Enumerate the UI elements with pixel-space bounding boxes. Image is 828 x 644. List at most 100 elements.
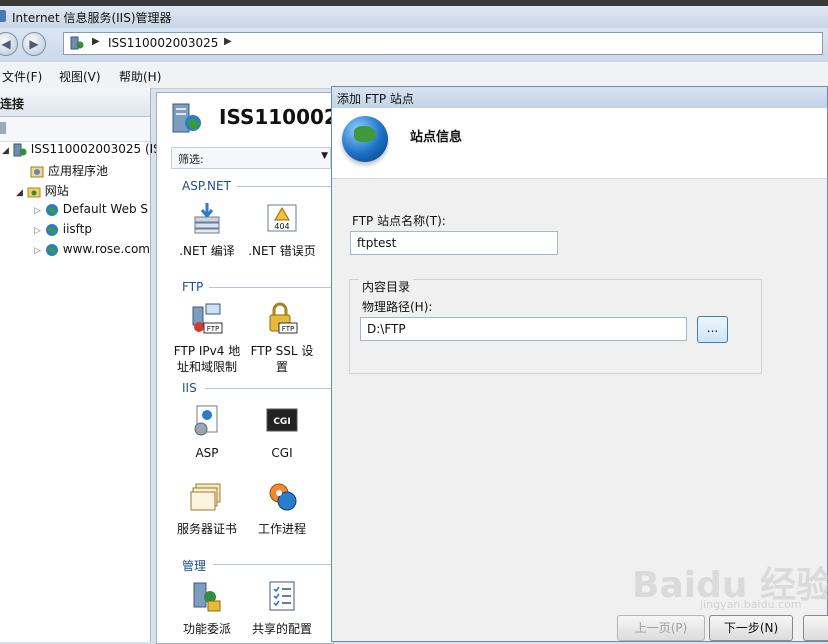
feature-label-line2: 址和域限制 (176, 360, 237, 374)
error-page-icon: 404 (267, 204, 297, 232)
tree-node-rose[interactable]: ▷ www.rose.com (34, 242, 150, 257)
divider (205, 388, 333, 389)
dialog-banner: 站点信息 (332, 108, 827, 179)
feature-label: .NET 编译 (179, 244, 235, 258)
tree-label: 应用程序池 (48, 164, 109, 178)
group-title-management: 管理 (182, 559, 207, 573)
group-title-iis: IIS (182, 381, 197, 395)
connections-toolbar (0, 117, 150, 142)
globe-icon (45, 203, 58, 216)
connections-title: 连接 (0, 97, 25, 111)
feature-net-error-pages[interactable]: 404 .NET 错误页 (247, 201, 317, 259)
tree-label: 网站 (44, 184, 69, 198)
delegation-icon (193, 582, 221, 612)
globe-icon (45, 223, 58, 236)
dialog-title: 添加 FTP 站点 (337, 92, 414, 106)
feature-label-line1: FTP SSL 设 (250, 344, 314, 358)
menu-bar: 文件(F) 视图(V) 帮助(H) (0, 62, 828, 89)
site-name-input[interactable]: ftptest (350, 231, 558, 255)
banner-title: 站点信息 (410, 130, 463, 145)
address-bar: ◀ ▶ ▶ ISS110002003025 ▶ (0, 28, 828, 62)
feature-label-line1: FTP IPv4 地 (173, 344, 241, 358)
divider (237, 186, 333, 187)
dialog-caption: 添加 FTP 站点 (332, 87, 827, 108)
window-title: Internet 信息服务(IIS)管理器 (12, 11, 172, 25)
address-path: ISS110002003025 (108, 36, 219, 50)
feature-ftp-ssl[interactable]: FTP FTP SSL 设 置 (247, 301, 317, 375)
physical-path-input[interactable]: D:\FTP (360, 317, 687, 341)
server-icon (70, 36, 84, 50)
feature-label: .NET 错误页 (248, 244, 316, 258)
feature-label: 共享的配置 (251, 622, 312, 636)
divider (209, 287, 333, 288)
group-title-ftp: FTP (182, 280, 204, 294)
chevron-down-icon[interactable]: ▼ (321, 151, 328, 161)
content-directory-label: 内容目录 (359, 278, 414, 295)
tree-node-iisftp[interactable]: ▷ iisftp (34, 222, 92, 237)
tree-label: Default Web S (62, 202, 149, 216)
next-button[interactable]: 下一步(N) (709, 615, 793, 641)
physical-path-label: 物理路径(H): (362, 300, 433, 314)
feature-label-line2: 置 (275, 360, 288, 374)
feature-cgi[interactable]: CGI CGI (247, 403, 317, 461)
back-button[interactable]: ◀ (0, 32, 18, 56)
ftp-ip-restrictions-icon: FTP (192, 303, 223, 334)
feature-delegation[interactable]: 功能委派 (172, 579, 242, 637)
feature-label: 服务器证书 (176, 522, 237, 536)
folder-icon (27, 187, 41, 197)
tree-label: ISS110002003025 (IS (30, 142, 161, 156)
watermark-sub: jingyan.baidu.com (700, 598, 802, 611)
feature-label: 工作进程 (257, 522, 306, 536)
certificate-icon (190, 483, 221, 511)
forward-button[interactable]: ▶ (22, 32, 46, 56)
feature-shared-configuration[interactable]: 共享的配置 (247, 579, 317, 637)
toolbar-icon[interactable] (0, 122, 6, 134)
menu-file[interactable]: 文件(F) (2, 68, 42, 85)
filter-box[interactable]: 筛选: ▼ (171, 147, 331, 169)
menu-view[interactable]: 视图(V) (59, 68, 101, 85)
shared-config-icon (269, 581, 295, 611)
error-code: 404 (274, 222, 289, 231)
cgi-icon: CGI (266, 408, 298, 432)
filter-label: 筛选: (178, 153, 204, 166)
feature-label: ASP (195, 446, 219, 460)
feature-server-certificates[interactable]: 服务器证书 (172, 479, 242, 537)
tree-label: www.rose.com (62, 242, 150, 256)
tree-label: iisftp (62, 222, 93, 236)
app-pool-icon (30, 166, 44, 177)
tree-node-sites[interactable]: ◢ 网站 (16, 182, 69, 199)
cgi-badge: CGI (273, 417, 290, 427)
content-directory-group: 内容目录 物理路径(H): D:\FTP ... (349, 278, 762, 374)
features-panel: ISS11000200 筛选: ▼ ASP.NET .NET 编译 404 .N… (156, 92, 366, 644)
ftp-badge: FTP (207, 325, 219, 333)
group-title-aspnet: ASP.NET (182, 179, 231, 193)
feature-net-compile[interactable]: .NET 编译 (172, 201, 242, 259)
connections-header: 连接 (0, 88, 150, 117)
ftp-badge: FTP (282, 325, 294, 333)
breadcrumb-arrow-icon[interactable]: ▶ (224, 36, 232, 47)
divider (213, 564, 333, 565)
site-name-label: FTP 站点名称(T): (352, 214, 446, 228)
connections-panel: 连接 ◢ ISS110002003025 (IS 应用程序池 ◢ 网站 ▷ De… (0, 88, 161, 642)
worker-process-icon (269, 483, 297, 511)
feature-label: 功能委派 (182, 622, 231, 636)
previous-button[interactable]: 上一页(P) (617, 615, 705, 641)
globe-icon (45, 243, 58, 256)
net-compile-icon (194, 203, 220, 234)
browse-button[interactable]: ... (697, 316, 728, 343)
feature-worker-processes[interactable]: 工作进程 (247, 479, 317, 537)
breadcrumb-arrow-icon: ▶ (92, 36, 100, 47)
tree-node-server[interactable]: ◢ ISS110002003025 (IS (2, 142, 161, 157)
address-field[interactable]: ▶ ISS110002003025 ▶ (63, 32, 823, 55)
tree-node-app-pools[interactable]: 应用程序池 (30, 162, 108, 179)
tree-node-default-web-site[interactable]: ▷ Default Web S (34, 202, 148, 217)
feature-asp[interactable]: ASP (172, 403, 242, 461)
features-header: ISS11000200 (157, 93, 366, 141)
server-icon (172, 103, 201, 133)
asp-icon (194, 405, 218, 436)
lock-icon: FTP (269, 302, 298, 334)
finish-button-partial[interactable] (803, 615, 828, 641)
menu-help[interactable]: 帮助(H) (119, 68, 161, 85)
feature-ftp-ipv4[interactable]: FTP FTP IPv4 地 址和域限制 (172, 301, 242, 375)
title-bar: Internet 信息服务(IIS)管理器 (0, 0, 828, 28)
